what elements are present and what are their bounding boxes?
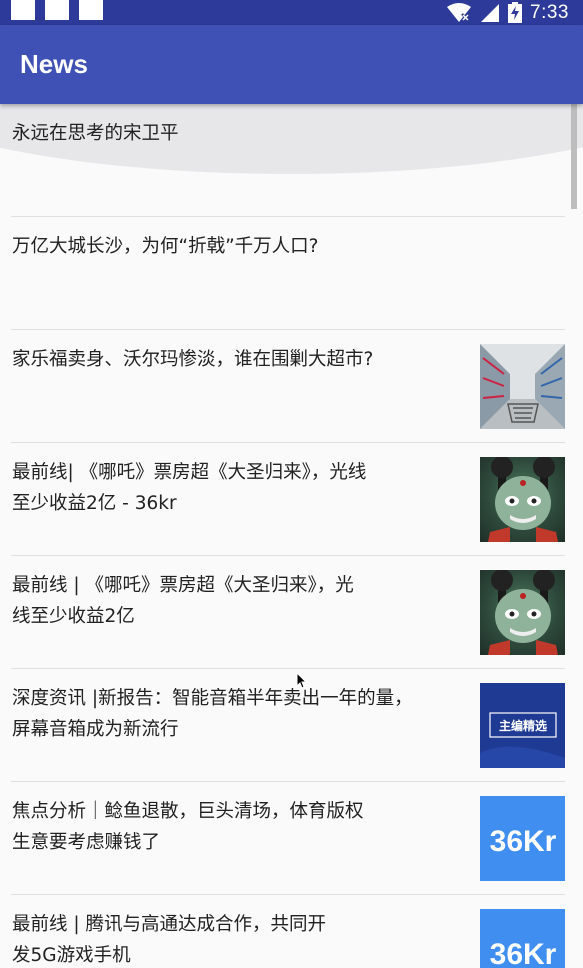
news-item[interactable]: 万亿大城长沙，为何“折戟”千万人口? (0, 217, 583, 330)
news-item[interactable]: 焦点分析｜鲶鱼退散，巨头清场，体育版权 生意要考虑赚钱了 36Kr (0, 782, 583, 895)
news-item[interactable]: 最前线 | 《哪吒》票房超《大圣归来》，光 线至少收益2亿 (0, 556, 583, 669)
editor-pick-badge: 主编精选 (480, 683, 565, 768)
signal-icon (481, 3, 500, 22)
nezha-photo (480, 457, 565, 542)
news-item[interactable]: 永远在思考的宋卫平 (0, 104, 583, 217)
news-title: 最前线 | 《哪吒》票房超《大圣归来》，光 线至少收益2亿 (12, 575, 354, 627)
news-item[interactable]: 最前线 | 腾讯与高通达成合作，共同开 发5G游戏手机 36Kr (0, 895, 583, 968)
36kr-logo-text: 36Kr (490, 825, 557, 858)
news-title: 最前线| 《哪吒》票房超《大圣归来》，光线 至少收益2亿 - 36kr (12, 462, 367, 514)
clock-time: 7:33 (530, 1, 569, 23)
nezha-photo (480, 570, 565, 655)
mouse-pointer-icon (296, 672, 308, 689)
notification-icon (79, 0, 103, 20)
news-title: 最前线 | 腾讯与高通达成合作，共同开 发5G游戏手机 (12, 914, 326, 966)
notification-icon (11, 0, 35, 20)
news-item[interactable]: 家乐福卖身、沃尔玛惨淡，谁在围剿大超市? (0, 330, 583, 443)
news-title: 永远在思考的宋卫平 (12, 123, 179, 144)
wifi-off-icon (447, 2, 472, 22)
scrollbar[interactable] (571, 104, 577, 209)
news-list[interactable]: 永远在思考的宋卫平 万亿大城长沙，为何“折戟”千万人口? 家乐福卖身、沃尔玛惨淡… (0, 104, 583, 968)
36kr-logo: 36Kr (480, 796, 565, 881)
news-title: 深度资讯 |新报告：智能音箱半年卖出一年的量， 屏幕音箱成为新流行 (12, 688, 413, 740)
news-title: 万亿大城长沙，为何“折戟”千万人口? (12, 236, 319, 257)
notification-icon (45, 0, 69, 20)
status-bar: 7:33 (0, 0, 583, 25)
news-item[interactable]: 深度资讯 |新报告：智能音箱半年卖出一年的量， 屏幕音箱成为新流行 主编精选 (0, 669, 583, 782)
36kr-logo-text: 36Kr (490, 938, 557, 968)
supermarket-aisle-photo (480, 344, 565, 429)
36kr-logo: 36Kr (480, 909, 565, 968)
news-item[interactable]: 最前线| 《哪吒》票房超《大圣归来》，光线 至少收益2亿 - 36kr (0, 443, 583, 556)
editor-pick-label: 主编精选 (499, 718, 547, 733)
app-bar: News (0, 25, 583, 104)
news-title: 焦点分析｜鲶鱼退散，巨头清场，体育版权 生意要考虑赚钱了 (12, 801, 364, 853)
battery-charging-icon (508, 2, 523, 23)
news-title: 家乐福卖身、沃尔玛惨淡，谁在围剿大超市? (12, 349, 374, 370)
page-title: News (20, 49, 88, 79)
